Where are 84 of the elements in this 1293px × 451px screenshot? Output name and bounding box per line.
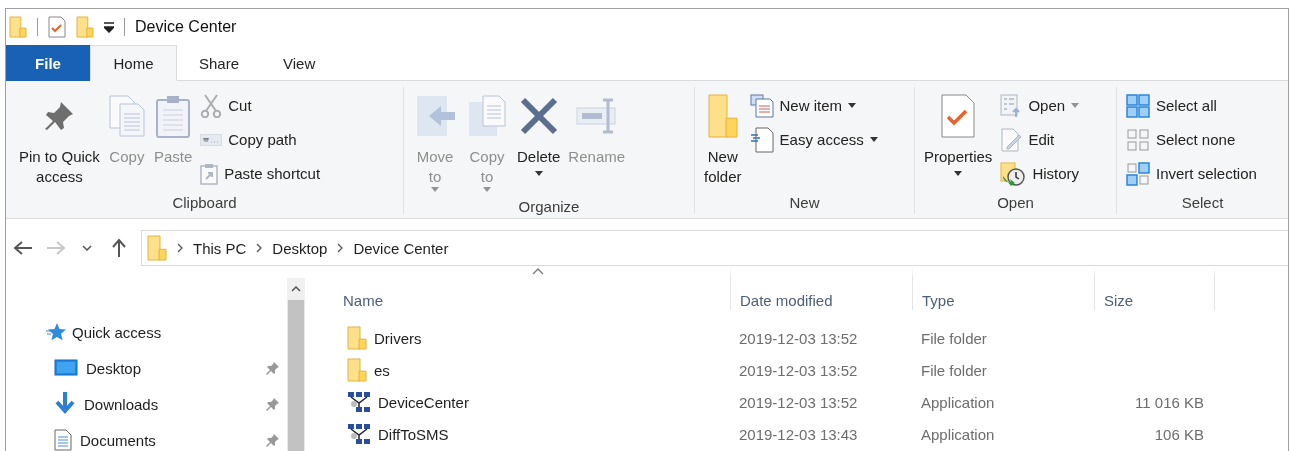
up-arrow-icon (110, 238, 127, 258)
file-name[interactable]: DiffToSMS (333, 423, 730, 445)
chevron-right-icon (177, 243, 183, 253)
type-cell-text: File folder (920, 329, 988, 347)
ribbon-tab[interactable]: View (261, 45, 338, 81)
ribbon-button[interactable]: Properties (921, 89, 996, 192)
clock-icon (1000, 161, 1027, 186)
group-label: Organize (517, 197, 581, 217)
checkmark-document-icon (940, 93, 977, 139)
column-header[interactable]: Name (333, 266, 730, 310)
window-title: Device Center (135, 18, 237, 36)
scissors-icon (200, 93, 223, 118)
type-cell-text: Application (920, 393, 996, 411)
file-menu-tab[interactable]: File (6, 45, 90, 81)
ribbon-button[interactable]: New folder (701, 89, 745, 192)
folder-icon (707, 94, 738, 138)
group-label: Select (1180, 193, 1225, 213)
ribbon-tab[interactable]: Home (90, 45, 177, 81)
clipboard-icon (155, 94, 192, 138)
grid-icon (1126, 161, 1150, 186)
address-bar[interactable]: This PC Desktop Device Center (141, 230, 1288, 266)
cross-icon (518, 96, 559, 136)
type-cell-text: File folder (920, 361, 988, 379)
column-header[interactable]: Size (1094, 266, 1215, 310)
group-label: Open (996, 193, 1035, 213)
network-icon (347, 423, 371, 445)
file-name[interactable]: es (333, 358, 730, 382)
back-arrow-icon (12, 240, 33, 256)
folder-icon (9, 16, 27, 38)
path-icon (200, 133, 223, 146)
date-cell-text: 2019-12-03 13:52 (738, 393, 859, 411)
chevron-right-icon (337, 243, 344, 253)
checkmark-document-icon (48, 16, 66, 38)
folder-icon (347, 358, 367, 382)
ribbon-button[interactable]: Select all (1123, 89, 1260, 122)
network-icon (347, 391, 371, 413)
ribbon-button[interactable]: Invert selection (1123, 157, 1260, 190)
pencil-document-icon (1000, 127, 1023, 152)
breadcrumb[interactable]: Device Center (353, 239, 449, 257)
column-header[interactable]: Type (912, 266, 1094, 310)
grid-icon (1126, 127, 1150, 152)
download-arrow-icon (54, 392, 76, 416)
document-icon (749, 126, 774, 153)
document-icon (54, 429, 72, 451)
ribbon-button[interactable]: Easy access (746, 123, 881, 156)
scroll-up-icon (291, 286, 301, 292)
monitor-icon (54, 359, 78, 377)
file-name[interactable]: DeviceCenter (333, 391, 730, 413)
size-cell-text: 106 KB (1153, 425, 1205, 443)
column-header[interactable]: Date modified (730, 266, 912, 310)
folder-icon (347, 326, 367, 350)
breadcrumb[interactable]: This PC (193, 239, 247, 257)
sidebar-item[interactable]: Desktop (6, 350, 287, 386)
customize-menu-icon (104, 21, 114, 33)
sidebar-item[interactable]: Quick access (6, 314, 287, 350)
ribbon-button[interactable]: History (997, 157, 1083, 190)
breadcrumb[interactable]: Desktop (272, 239, 328, 257)
sidebar-item[interactable]: Downloads (6, 386, 287, 422)
documents-icon (749, 93, 774, 118)
date-cell-text: 2019-12-03 13:43 (738, 425, 859, 443)
forward-arrow-icon (45, 240, 66, 256)
chevron-right-icon (256, 243, 263, 253)
text-cursor-icon (574, 96, 619, 136)
grid-icon (1126, 93, 1150, 118)
group-label: New (788, 193, 821, 213)
date-cell-text: 2019-12-03 13:52 (738, 361, 859, 379)
date-cell-text: 2019-12-03 13:52 (738, 329, 859, 347)
size-cell-text: 11 016 KB (1134, 393, 1205, 411)
ribbon-button[interactable]: Pin to Quick access (16, 89, 103, 192)
ribbon-button[interactable]: New item (746, 89, 881, 122)
folder-icon (147, 235, 167, 261)
scrollbar[interactable] (287, 278, 305, 451)
sidebar-item[interactable]: Documents (6, 422, 287, 451)
ribbon-tab[interactable]: Share (177, 45, 262, 81)
folder-icon (76, 16, 94, 38)
type-cell-text: Application (920, 425, 996, 443)
shortcut-icon (200, 162, 219, 185)
file-name[interactable]: Drivers (333, 326, 730, 350)
group-label: Clipboard (171, 193, 238, 213)
star-icon (46, 322, 66, 342)
documents-icon (107, 94, 146, 138)
ribbon-button[interactable]: Select none (1123, 123, 1260, 156)
ribbon-button[interactable]: Delete (514, 89, 564, 196)
chevron-down-icon (82, 245, 92, 251)
